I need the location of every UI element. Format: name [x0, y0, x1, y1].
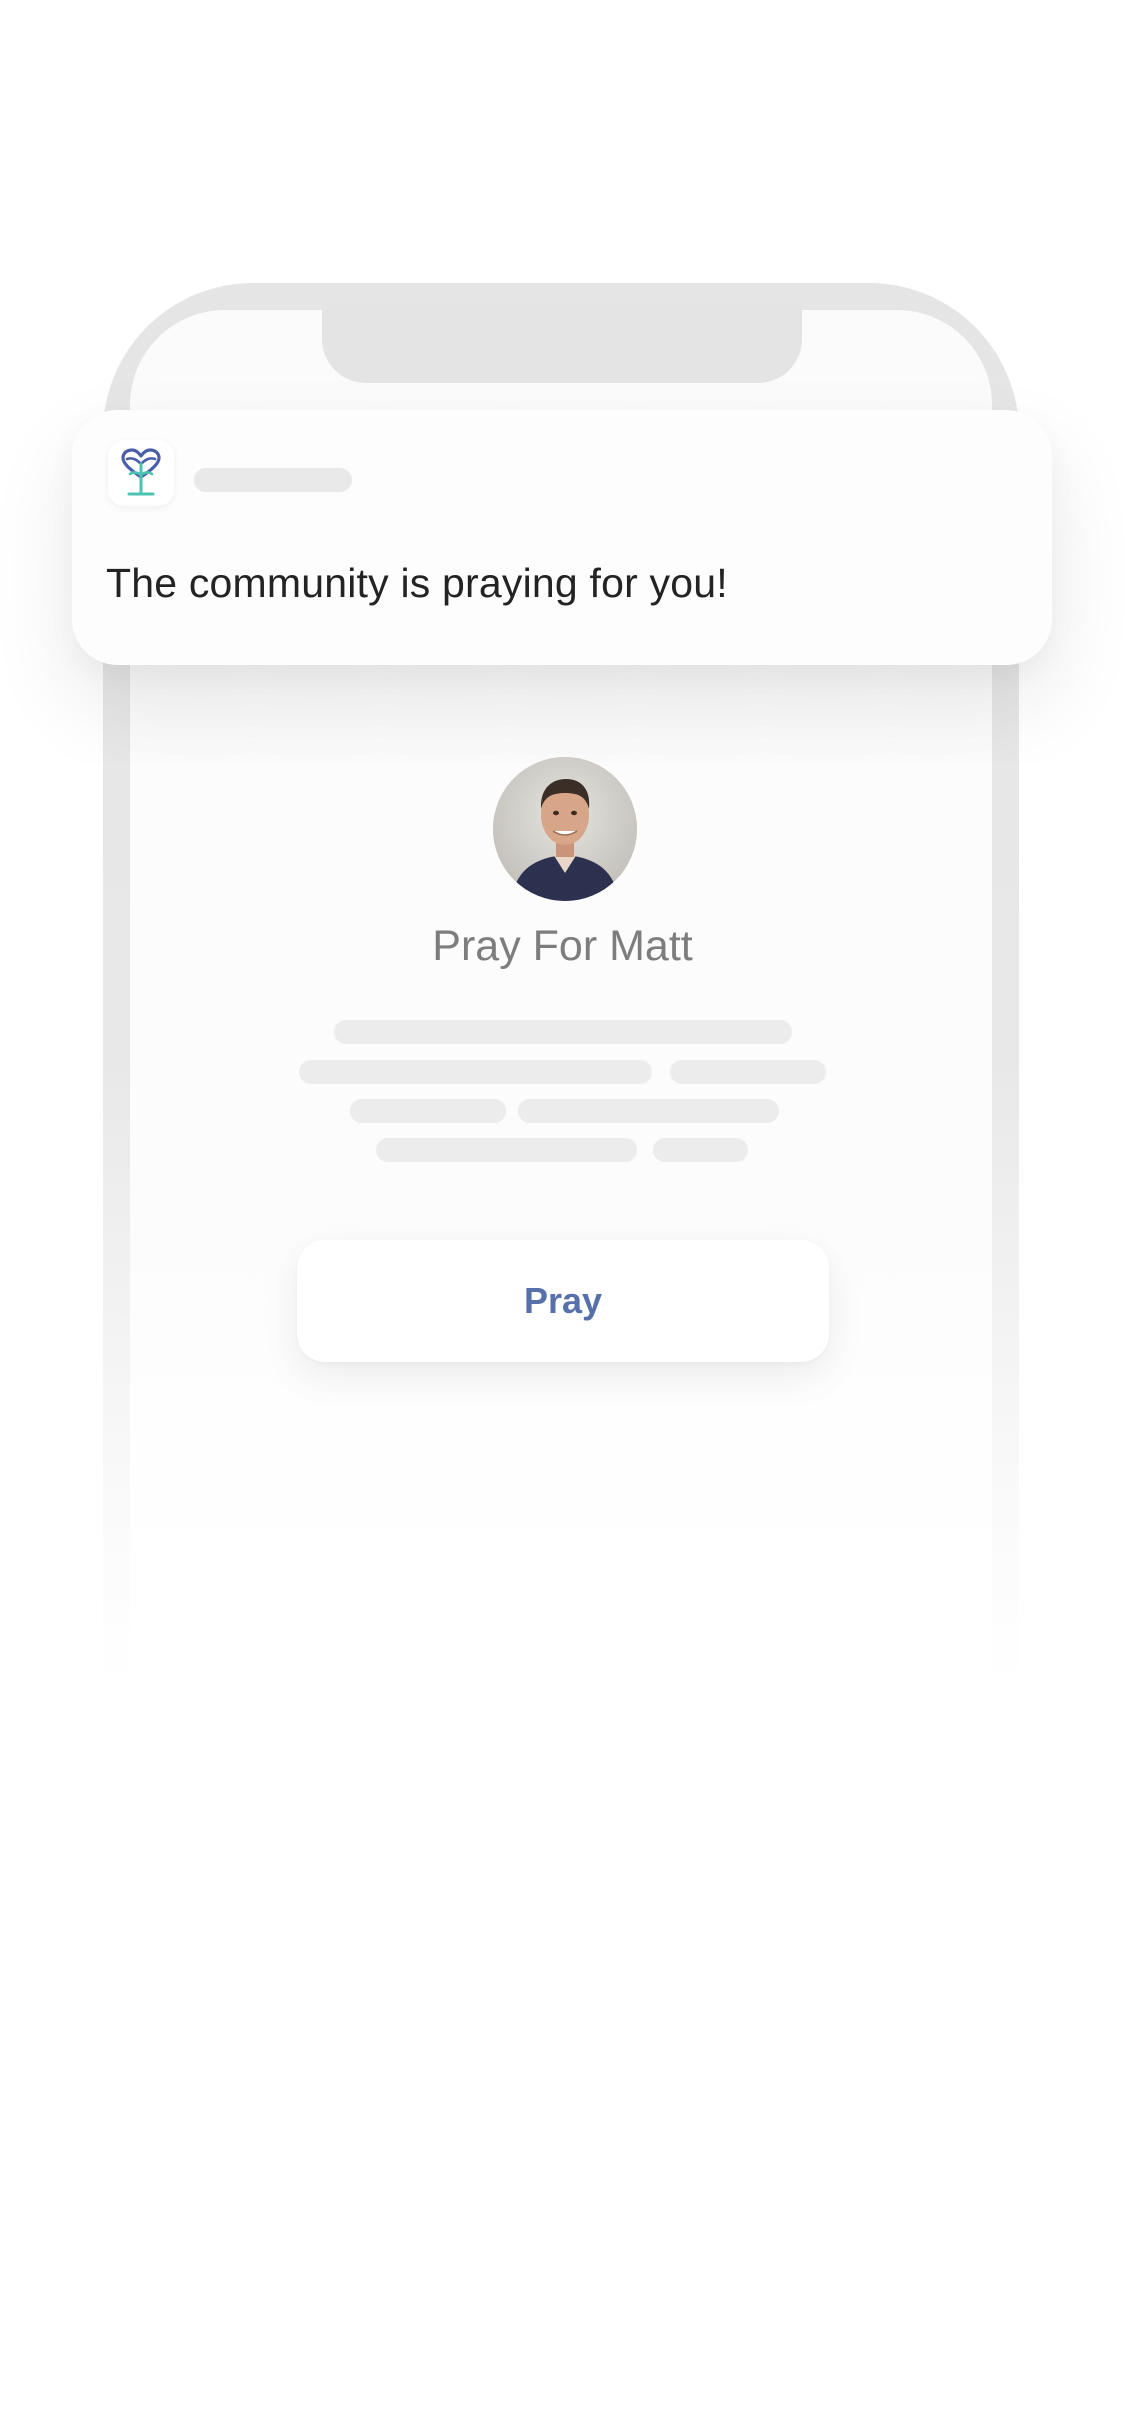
avatar [493, 757, 637, 901]
screen: The community is praying for you! Pray F… [0, 0, 1125, 2436]
skeleton-line [350, 1099, 506, 1123]
skeleton-line [670, 1060, 826, 1084]
notification-message: The community is praying for you! [106, 560, 728, 606]
skeleton-line [653, 1138, 748, 1162]
skeleton-line [334, 1020, 792, 1044]
skeleton-line [299, 1060, 652, 1084]
pray-button[interactable]: Pray [297, 1240, 829, 1362]
app-name-placeholder [194, 468, 352, 492]
phone-notch [322, 303, 802, 383]
push-notification[interactable]: The community is praying for you! [72, 410, 1052, 665]
skeleton-line [376, 1138, 637, 1162]
heart-plant-logo-icon [108, 440, 174, 506]
skeleton-line [518, 1099, 779, 1123]
prayer-title: Pray For Matt [432, 922, 693, 970]
